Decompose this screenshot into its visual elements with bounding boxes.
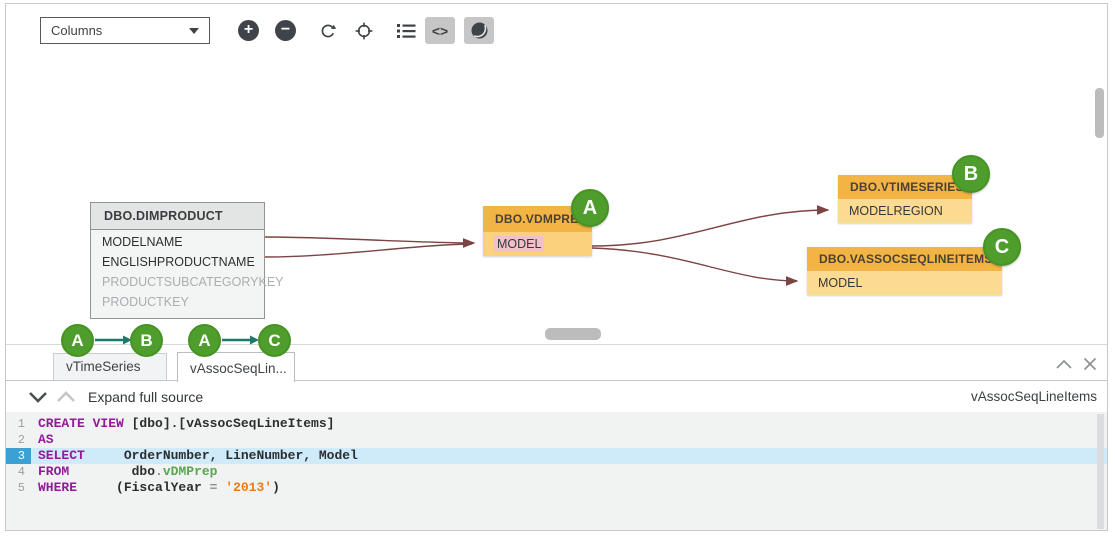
tab1-badge-to: B xyxy=(130,324,163,357)
code-text: FROM dbo.vDMPrep xyxy=(31,464,217,480)
panel-divider xyxy=(6,344,1108,345)
line-number: 2 xyxy=(6,432,31,448)
object-name-label: vAssocSeqLineItems xyxy=(971,389,1097,404)
node-badge-a: A xyxy=(571,189,609,227)
collapse-source-button[interactable] xyxy=(56,391,76,403)
code-line-2[interactable]: 2AS xyxy=(6,432,1108,448)
panel-controls xyxy=(1055,357,1097,371)
code-text: CREATE VIEW [dbo].[vAssocSeqLineItems] xyxy=(31,416,334,432)
node-title: DBO.VASSOCSEQLINEITEMS xyxy=(807,247,1002,271)
node-badge-b: B xyxy=(952,155,990,193)
tab-label: vAssocSeqLin... xyxy=(190,361,287,376)
code-lines: 1CREATE VIEW [dbo].[vAssocSeqLineItems]2… xyxy=(6,416,1108,496)
horizontal-scrollbar-thumb[interactable] xyxy=(545,328,601,340)
tab2-arrow-icon xyxy=(221,334,261,346)
tab-label: vTimeSeries xyxy=(66,359,141,374)
tab2-badge-from: A xyxy=(188,324,221,357)
line-number: 5 xyxy=(6,480,31,496)
highlighted-column-label: MODEL xyxy=(494,236,544,252)
lineage-diagram: DBO.DIMPRODUCT MODELNAMEENGLISHPRODUCTNA… xyxy=(6,4,1108,348)
chevron-down-icon xyxy=(28,391,48,403)
line-number: 4 xyxy=(6,464,31,480)
chevron-up-icon xyxy=(56,391,76,403)
column-englishproductname[interactable]: ENGLISHPRODUCTNAME xyxy=(91,252,264,272)
table-node-dimproduct[interactable]: DBO.DIMPRODUCT MODELNAMEENGLISHPRODUCTNA… xyxy=(90,202,265,319)
column-model[interactable]: MODEL xyxy=(483,232,592,256)
code-line-1[interactable]: 1CREATE VIEW [dbo].[vAssocSeqLineItems] xyxy=(6,416,1108,432)
sql-source-viewer: 1CREATE VIEW [dbo].[vAssocSeqLineItems]2… xyxy=(6,412,1108,531)
expand-source-button[interactable] xyxy=(28,391,48,403)
app-frame: Columns + − xyxy=(5,3,1108,531)
code-line-3[interactable]: 3SELECT OrderNumber, LineNumber, Model xyxy=(6,448,1108,464)
line-number: 1 xyxy=(6,416,31,432)
node-columns: MODELREGION xyxy=(838,199,972,223)
node-title: DBO.DIMPRODUCT xyxy=(91,203,264,230)
code-text: AS xyxy=(31,432,54,448)
column-productkey[interactable]: PRODUCTKEY xyxy=(91,292,264,312)
close-icon xyxy=(1083,357,1097,371)
close-panel-button[interactable] xyxy=(1083,357,1097,371)
node-columns: MODEL xyxy=(807,271,1002,295)
tab-vtimeseries[interactable]: vTimeSeries xyxy=(53,353,167,380)
source-header-row: Expand full source vAssocSeqLineItems xyxy=(6,381,1108,412)
tab1-badge-from: A xyxy=(61,324,94,357)
view-node-vassocseqlineitems[interactable]: DBO.VASSOCSEQLINEITEMS MODEL xyxy=(807,247,1002,295)
collapse-panel-button[interactable] xyxy=(1055,359,1073,370)
tab2-badge-to: C xyxy=(258,324,291,357)
tab-strip-line xyxy=(6,380,1108,381)
code-scrollbar-track[interactable] xyxy=(1097,414,1104,529)
chevron-up-icon xyxy=(1055,359,1073,370)
code-line-5[interactable]: 5WHERE (FiscalYear = '2013') xyxy=(6,480,1108,496)
node-columns: MODEL xyxy=(483,232,592,256)
code-line-4[interactable]: 4FROM dbo.vDMPrep xyxy=(6,464,1108,480)
vertical-scrollbar-thumb[interactable] xyxy=(1095,88,1104,138)
tab1-arrow-icon xyxy=(94,334,134,346)
expand-full-source-label[interactable]: Expand full source xyxy=(88,389,203,405)
node-columns: MODELNAMEENGLISHPRODUCTNAMEPRODUCTSUBCAT… xyxy=(91,230,264,318)
code-text: WHERE (FiscalYear = '2013') xyxy=(31,480,280,496)
code-text: SELECT OrderNumber, LineNumber, Model xyxy=(31,448,358,464)
view-node-vtimeseries[interactable]: DBO.VTIMESERIES MODELREGION xyxy=(838,175,972,223)
node-badge-c: C xyxy=(983,228,1021,266)
column-modelname[interactable]: MODELNAME xyxy=(91,232,264,252)
column-model[interactable]: MODEL xyxy=(807,271,1002,295)
column-modelregion[interactable]: MODELREGION xyxy=(838,199,972,223)
line-number: 3 xyxy=(6,448,31,464)
column-productsubcategorykey[interactable]: PRODUCTSUBCATEGORYKEY xyxy=(91,272,264,292)
